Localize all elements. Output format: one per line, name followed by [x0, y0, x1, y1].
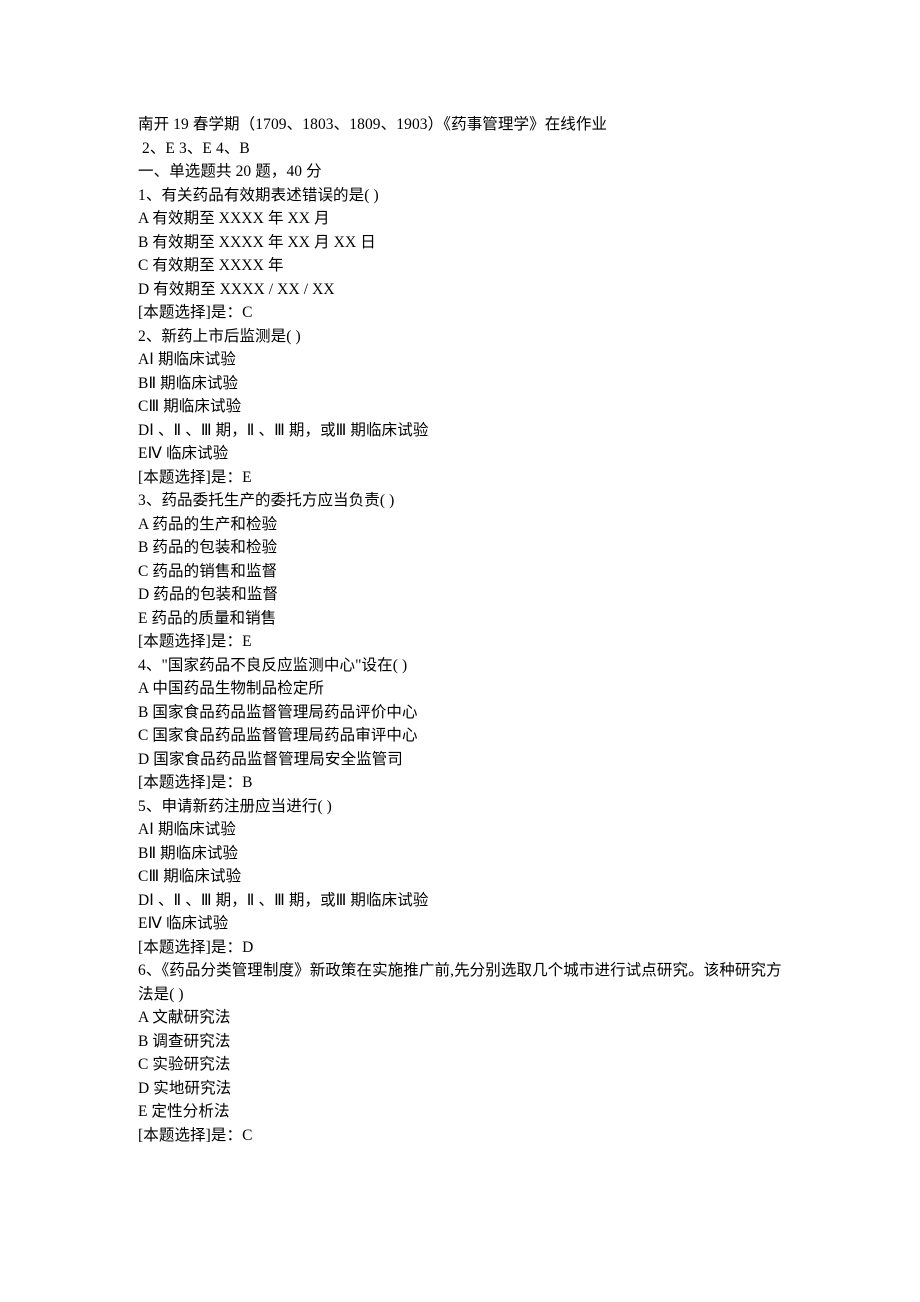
question-answer: [本题选择]是：C: [138, 301, 783, 325]
question-prompt: 3、药品委托生产的委托方应当负责( ): [138, 489, 783, 513]
question-option: B 有效期至 XXXX 年 XX 月 XX 日: [138, 231, 783, 255]
question-option: C 药品的销售和监督: [138, 560, 783, 584]
header-line-1: 南开 19 春学期（1709、1803、1809、1903）《药事管理学》在线作…: [138, 113, 783, 137]
question-option: B 调查研究法: [138, 1030, 783, 1054]
question-option: DⅠ 、Ⅱ 、Ⅲ 期，Ⅱ 、Ⅲ 期，或Ⅲ 期临床试验: [138, 419, 783, 443]
question-option: B 药品的包装和检验: [138, 536, 783, 560]
question-answer: [本题选择]是：E: [138, 630, 783, 654]
question-answer: [本题选择]是：B: [138, 771, 783, 795]
header-line-2: 2、E 3、E 4、B: [138, 137, 783, 161]
question-option: AⅠ 期临床试验: [138, 348, 783, 372]
question-option: C 国家食品药品监督管理局药品审评中心: [138, 724, 783, 748]
question-option: E 定性分析法: [138, 1100, 783, 1124]
question-option: D 有效期至 XXXX / XX / XX: [138, 278, 783, 302]
question-option: C 有效期至 XXXX 年: [138, 254, 783, 278]
question-option: A 药品的生产和检验: [138, 513, 783, 537]
question-prompt: 4、"国家药品不良反应监测中心"设在( ): [138, 654, 783, 678]
question-option: AⅠ 期临床试验: [138, 818, 783, 842]
question-option: CⅢ 期临床试验: [138, 865, 783, 889]
question-option: D 实地研究法: [138, 1077, 783, 1101]
question-option: D 国家食品药品监督管理局安全监管司: [138, 748, 783, 772]
question-prompt: 5、申请新药注册应当进行( ): [138, 795, 783, 819]
question-option: EⅣ 临床试验: [138, 912, 783, 936]
question-option: C 实验研究法: [138, 1053, 783, 1077]
question-option: BⅡ 期临床试验: [138, 372, 783, 396]
question-prompt: 2、新药上市后监测是( ): [138, 325, 783, 349]
question-option: DⅠ 、Ⅱ 、Ⅲ 期，Ⅱ 、Ⅲ 期，或Ⅲ 期临床试验: [138, 889, 783, 913]
question-option: E 药品的质量和销售: [138, 607, 783, 631]
question-option: A 文献研究法: [138, 1006, 783, 1030]
question-option: EⅣ 临床试验: [138, 442, 783, 466]
question-option: A 中国药品生物制品检定所: [138, 677, 783, 701]
question-option: A 有效期至 XXXX 年 XX 月: [138, 207, 783, 231]
question-answer: [本题选择]是：D: [138, 936, 783, 960]
section-heading: 一、单选题共 20 题，40 分: [138, 160, 783, 184]
question-option: B 国家食品药品监督管理局药品评价中心: [138, 701, 783, 725]
question-answer: [本题选择]是：C: [138, 1124, 783, 1148]
question-option: D 药品的包装和监督: [138, 583, 783, 607]
question-answer: [本题选择]是：E: [138, 466, 783, 490]
question-option: CⅢ 期临床试验: [138, 395, 783, 419]
question-prompt: 6、《药品分类管理制度》新政策在实施推广前,先分别选取几个城市进行试点研究。该种…: [138, 959, 783, 1006]
document-page: 南开 19 春学期（1709、1803、1809、1903）《药事管理学》在线作…: [0, 0, 920, 1267]
question-option: BⅡ 期临床试验: [138, 842, 783, 866]
question-prompt: 1、有关药品有效期表述错误的是( ): [138, 184, 783, 208]
